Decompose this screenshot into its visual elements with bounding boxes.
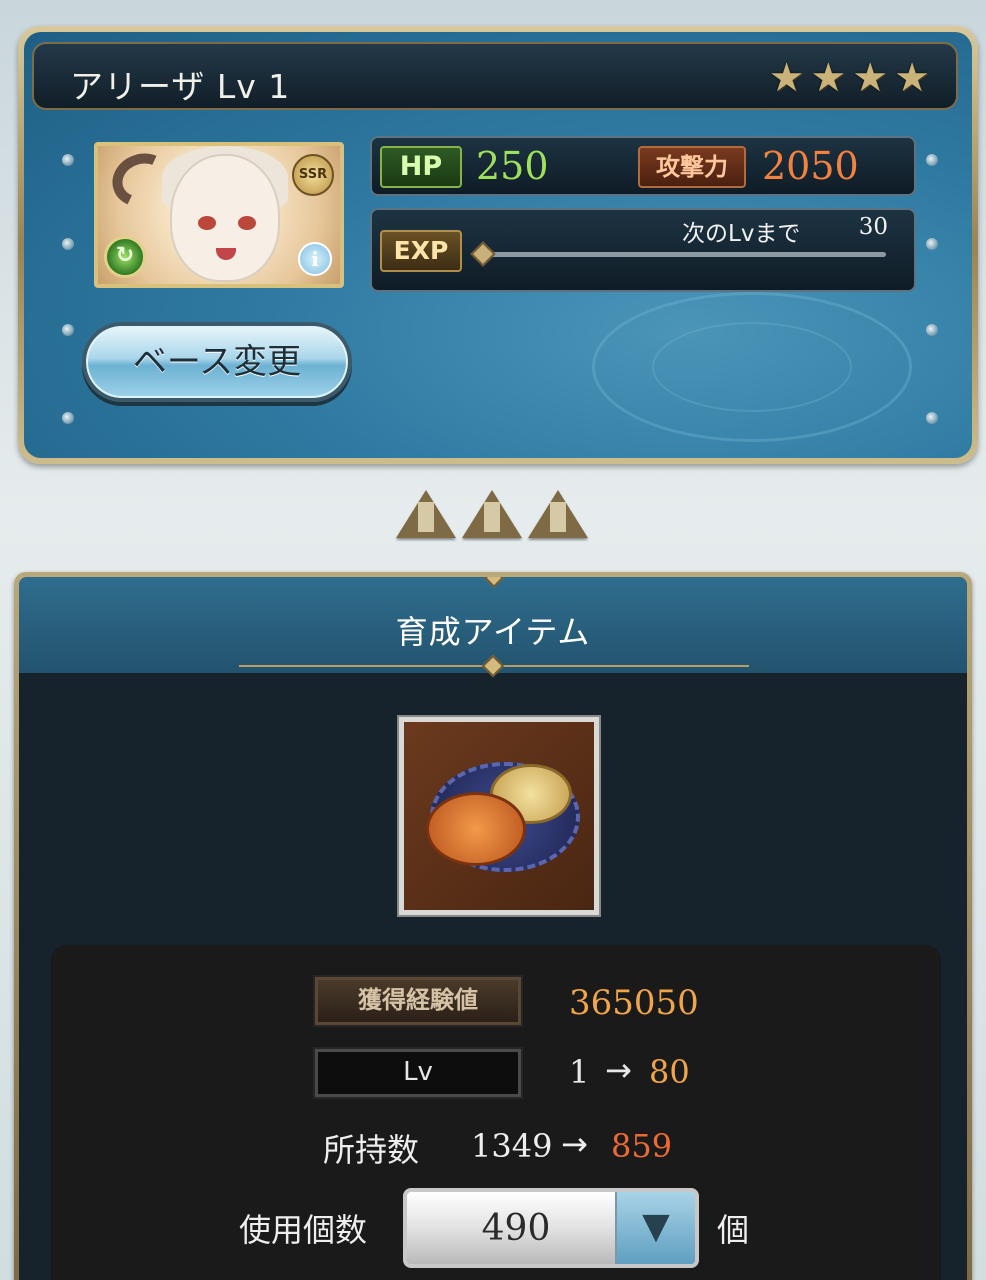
training-item-body: 育成アイテム 獲得経験値 365050 Lv 1 → 80 所持数 1349 →… <box>19 577 967 1280</box>
level-from: 1 <box>569 1053 590 1091</box>
item-use-info-box: 獲得経験値 365050 Lv 1 → 80 所持数 1349 → 859 使用… <box>51 945 941 1280</box>
rivet-decoration <box>926 412 938 424</box>
uncap-stars: ★ ★ ★ ★ <box>769 58 930 98</box>
character-portrait[interactable]: SSR ↻ i <box>94 142 344 288</box>
hp-value: 250 <box>476 144 549 188</box>
owned-count-from: 1349 <box>471 1127 553 1165</box>
level-label: Lv <box>313 1047 523 1099</box>
eye-art <box>198 216 216 230</box>
arrow-right-icon: → <box>605 1051 632 1089</box>
face-art <box>170 154 280 282</box>
ssr-rarity-badge: SSR <box>292 154 334 196</box>
pyramid-icon <box>528 490 588 538</box>
use-count-label: 使用個数 <box>239 1211 368 1249</box>
rivet-decoration <box>62 412 74 424</box>
star-icon: ★ <box>768 55 805 101</box>
exp-gain-value: 365050 <box>569 983 699 1023</box>
item-panel-title: 育成アイテム <box>395 613 591 651</box>
eye-art <box>238 216 256 230</box>
wind-element-icon: ↻ <box>104 236 146 278</box>
pyramid-indicators <box>396 490 588 538</box>
owned-count-to: 859 <box>611 1127 673 1165</box>
next-level-label: 次のLvまで <box>682 221 801 247</box>
exp-bar-marker <box>470 241 496 267</box>
star-icon: ★ <box>810 55 847 101</box>
star-icon: ★ <box>852 55 889 101</box>
star-icon: ★ <box>894 55 930 101</box>
use-count-dropdown[interactable]: 490 ▼ <box>403 1188 699 1268</box>
rivet-decoration <box>62 238 74 250</box>
rivet-decoration <box>926 154 938 166</box>
panel-ornament-inner <box>652 322 852 412</box>
exp-box: EXP 次のLvまで 30 <box>370 208 916 292</box>
hp-atk-box: HP 250 攻撃力 2050 <box>370 136 916 196</box>
item-panel-header: 育成アイテム <box>19 577 967 678</box>
rivet-decoration <box>926 238 938 250</box>
pyramid-icon <box>396 490 456 538</box>
exp-bar-track <box>480 252 886 257</box>
header-gem-decoration <box>484 577 504 588</box>
character-name-level: アリーザ Lv 1 <box>70 67 291 106</box>
pumpkin-biscuit-art <box>426 792 526 866</box>
rivet-decoration <box>62 154 74 166</box>
header-gem-decoration <box>481 654 505 678</box>
attack-tag: 攻撃力 <box>638 146 746 188</box>
character-panel: アリーザ Lv 1 ★ ★ ★ ★ SSR ↻ i HP 250 攻撃力 205… <box>18 26 978 464</box>
use-count-value: 490 <box>481 1208 551 1249</box>
arrow-right-icon: → <box>561 1125 588 1163</box>
chevron-down-icon[interactable]: ▼ <box>615 1192 695 1264</box>
training-item-panel: 育成アイテム 獲得経験値 365050 Lv 1 → 80 所持数 1349 →… <box>14 572 972 1280</box>
hp-tag: HP <box>380 146 462 188</box>
rivet-decoration <box>926 324 938 336</box>
halloween-biscuit-item-icon[interactable] <box>399 717 599 915</box>
attack-value: 2050 <box>762 144 859 188</box>
use-count-unit: 個 <box>717 1211 750 1249</box>
character-title-bar: アリーザ Lv 1 ★ ★ ★ ★ <box>32 42 958 110</box>
level-to: 80 <box>649 1053 690 1091</box>
info-icon[interactable]: i <box>298 242 332 276</box>
owned-count-label: 所持数 <box>323 1131 420 1169</box>
exp-gain-label: 獲得経験値 <box>313 975 523 1027</box>
rivet-decoration <box>62 324 74 336</box>
next-level-value: 30 <box>858 214 888 240</box>
exp-tag: EXP <box>380 230 462 272</box>
character-panel-body: アリーザ Lv 1 ★ ★ ★ ★ SSR ↻ i HP 250 攻撃力 205… <box>24 32 972 458</box>
base-change-button[interactable]: ベース変更 <box>82 322 352 402</box>
pyramid-icon <box>462 490 522 538</box>
